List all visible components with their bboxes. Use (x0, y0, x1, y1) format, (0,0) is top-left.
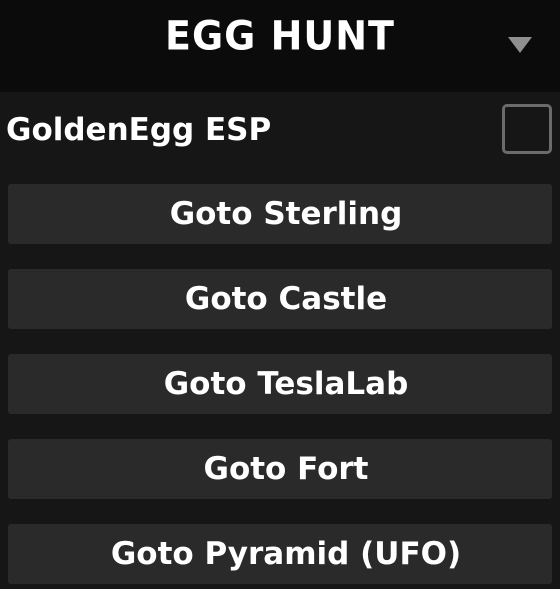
goldenegg-esp-label: GoldenEgg ESP (6, 112, 272, 148)
button-label: Goto Fort (203, 451, 369, 487)
goto-teslalab-button[interactable]: Goto TeslaLab (8, 354, 552, 414)
button-label: Goto TeslaLab (163, 366, 409, 402)
goto-sterling-button[interactable]: Goto Sterling (8, 184, 552, 244)
button-label: Goto Castle (184, 281, 388, 317)
panel-header: Egg Hunt (0, 0, 560, 92)
button-label: Goto Sterling (169, 196, 403, 232)
goldenegg-esp-toggle-row: GoldenEgg ESP (0, 96, 560, 172)
chevron-down-icon[interactable] (508, 37, 532, 53)
goldenegg-esp-checkbox[interactable] (502, 104, 552, 154)
button-label: Goto Pyramid (UFO) (110, 536, 462, 572)
goto-castle-button[interactable]: Goto Castle (8, 269, 552, 329)
panel-title: Egg Hunt (165, 12, 395, 60)
goto-fort-button[interactable]: Goto Fort (8, 439, 552, 499)
egg-hunt-panel: Egg Hunt GoldenEgg ESP Goto Sterling Got… (0, 0, 560, 589)
goto-pyramid-ufo-button[interactable]: Goto Pyramid (UFO) (8, 524, 552, 584)
